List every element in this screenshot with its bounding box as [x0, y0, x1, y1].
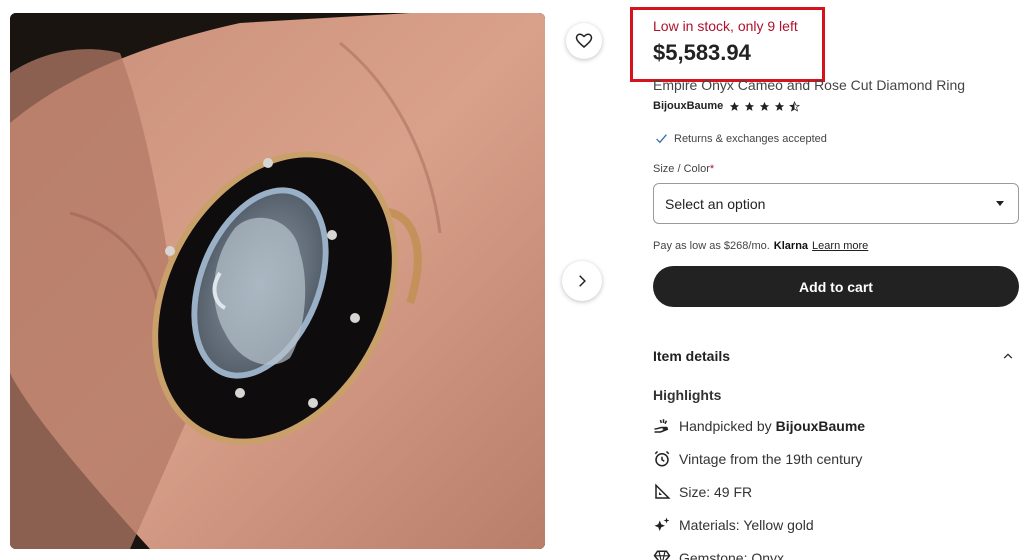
star-half-icon	[789, 100, 801, 112]
select-value: Select an option	[665, 195, 766, 212]
returns-info: Returns & exchanges accepted	[655, 132, 827, 145]
financing-text: Pay as low as $268/mo.	[653, 240, 770, 252]
favorite-button[interactable]	[566, 23, 602, 59]
clock-icon	[653, 450, 671, 468]
klarna-logo: Klarna	[773, 240, 809, 252]
sparkle-icon	[653, 516, 671, 534]
price: $5,583.94	[653, 40, 751, 65]
returns-text: Returns & exchanges accepted	[674, 132, 827, 145]
item-details-toggle[interactable]: Item details	[653, 348, 1019, 364]
heart-icon	[575, 33, 593, 48]
required-mark: *	[709, 163, 715, 175]
highlight-gemstone: Gemstone: Onyx	[653, 549, 784, 560]
dropdown-caret-icon	[996, 201, 1004, 206]
check-icon	[656, 134, 667, 144]
highlight-vintage: Vintage from the 19th century	[653, 450, 862, 468]
star-icon	[760, 101, 770, 111]
learn-more-link[interactable]: Learn more	[812, 240, 868, 252]
highlight-materials: Materials: Yellow gold	[653, 516, 814, 534]
ruler-icon	[653, 483, 671, 501]
product-title: Empire Onyx Cameo and Rose Cut Diamond R…	[653, 77, 966, 93]
handpicked-shop: BijouxBaume	[775, 418, 866, 434]
star-icon	[745, 101, 755, 111]
add-to-cart-button[interactable]: Add to cart	[653, 266, 1019, 307]
product-image[interactable]	[10, 13, 545, 549]
item-details-heading: Item details	[653, 348, 731, 364]
size-color-select[interactable]: Select an option	[653, 183, 1019, 224]
star-icon	[730, 101, 740, 111]
size-color-label: Size / Color*	[653, 163, 715, 175]
stock-notice: Low in stock, only 9 left	[653, 18, 798, 34]
financing-row: Pay as low as $268/mo. Klarna Learn more	[653, 240, 868, 252]
highlights-heading: Highlights	[653, 387, 722, 403]
highlight-handpicked: Handpicked by BijouxBaume	[653, 417, 865, 435]
shop-name-link[interactable]: BijouxBaume	[653, 100, 723, 112]
chevron-right-icon	[579, 275, 586, 287]
gem-icon	[653, 549, 671, 560]
hand-icon	[653, 417, 671, 435]
highlight-size: Size: 49 FR	[653, 483, 752, 501]
chevron-up-icon	[1003, 353, 1013, 359]
star-icon	[775, 101, 785, 111]
shop-rating-row: BijouxBaume	[653, 100, 801, 112]
next-image-button[interactable]	[562, 261, 602, 301]
